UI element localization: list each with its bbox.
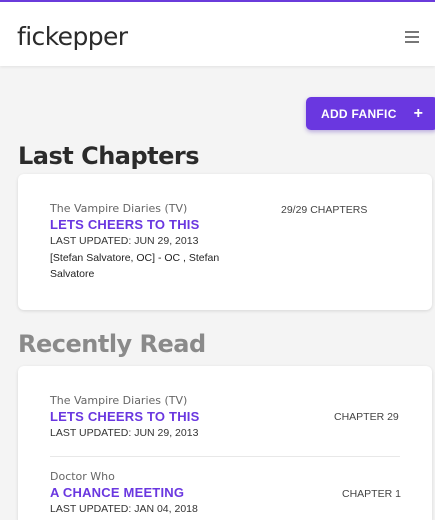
characters-text: [Stefan Salvatore, OC] - OC , Stefan Sal… bbox=[50, 252, 220, 280]
fic-title-link[interactable]: LETS CHEERS TO THIS bbox=[50, 217, 400, 232]
chapter-count: 29/29 CHAPTERS bbox=[281, 204, 368, 216]
hamburger-menu-icon[interactable] bbox=[405, 31, 419, 43]
fandom-label: Doctor Who bbox=[50, 470, 115, 483]
last-updated: LAST UPDATED: JUN 29, 2013 bbox=[50, 427, 199, 439]
add-fanfic-label: ADD FANFIC bbox=[321, 106, 397, 121]
recently-read-card: The Vampire Diaries (TV) LETS CHEERS TO … bbox=[18, 366, 432, 520]
chapter-label: CHAPTER 1 bbox=[342, 488, 401, 500]
last-updated: LAST UPDATED: JAN 04, 2018 bbox=[50, 503, 198, 515]
last-chapters-heading: Last Chapters bbox=[18, 142, 200, 170]
plus-icon: + bbox=[413, 104, 424, 122]
last-chapters-card: The Vampire Diaries (TV) LETS CHEERS TO … bbox=[18, 174, 432, 310]
top-bar: fickepper bbox=[0, 0, 435, 66]
recently-read-heading: Recently Read bbox=[18, 330, 206, 358]
chapter-label: CHAPTER 29 bbox=[334, 411, 399, 423]
add-fanfic-button[interactable]: ADD FANFIC + bbox=[306, 97, 435, 130]
divider bbox=[50, 456, 400, 457]
app-logo[interactable]: fickepper bbox=[17, 22, 128, 51]
last-updated: LAST UPDATED: JUN 29, 2013 bbox=[50, 235, 199, 247]
fandom-label: The Vampire Diaries (TV) bbox=[50, 394, 188, 407]
